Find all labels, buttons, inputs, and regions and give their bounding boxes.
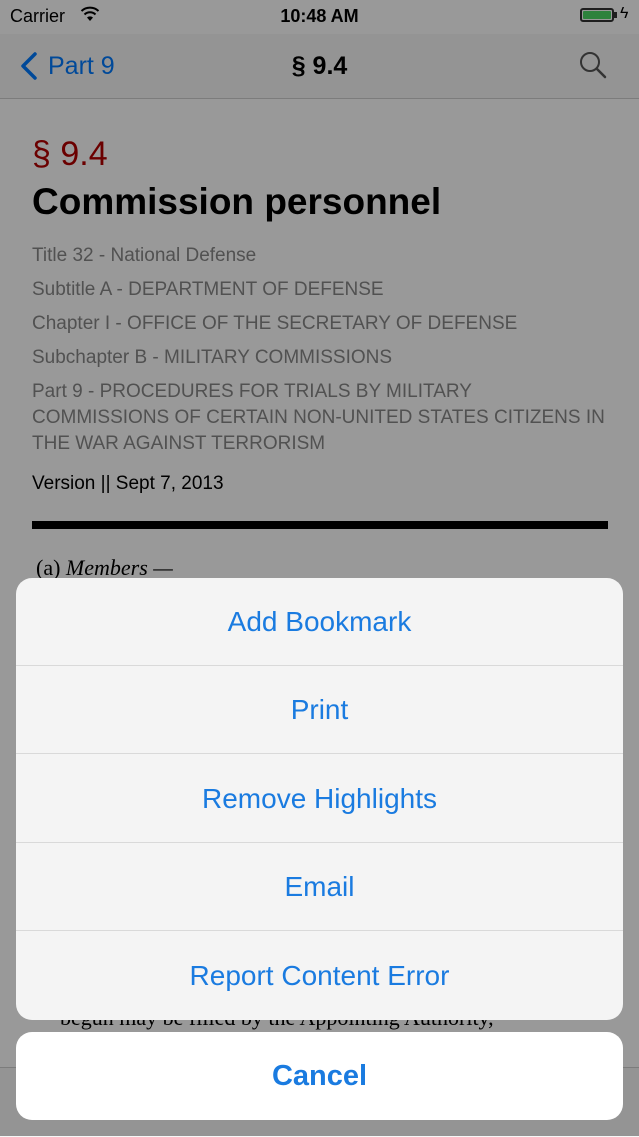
action-sheet: Add Bookmark Print Remove Highlights Ema…: [16, 578, 623, 1020]
print-button[interactable]: Print: [16, 666, 623, 754]
cancel-button[interactable]: Cancel: [16, 1032, 623, 1120]
report-content-error-button[interactable]: Report Content Error: [16, 932, 623, 1020]
add-bookmark-button[interactable]: Add Bookmark: [16, 578, 623, 666]
remove-highlights-button[interactable]: Remove Highlights: [16, 755, 623, 843]
email-button[interactable]: Email: [16, 843, 623, 931]
